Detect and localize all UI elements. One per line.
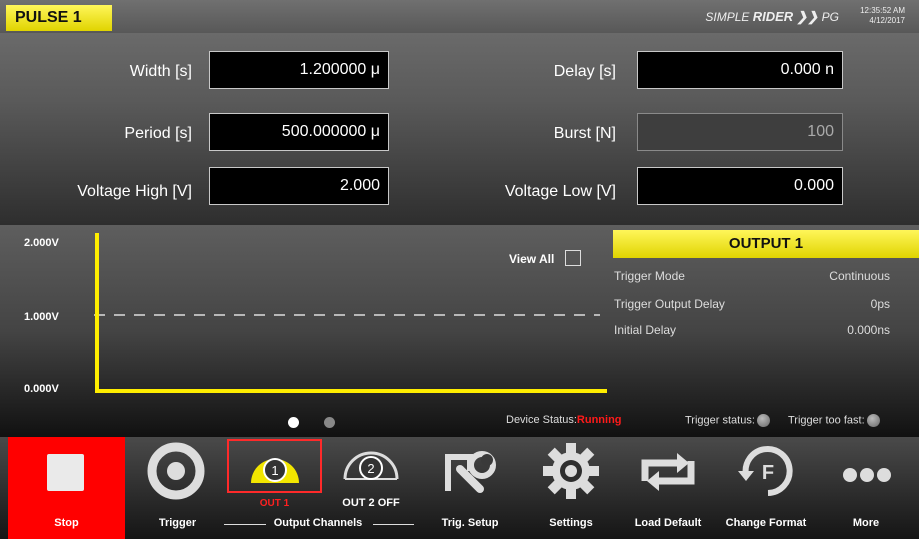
- title-bar: PULSE 1 SIMPLE RIDER ❯❯ PG 12:35:52 AM 4…: [0, 0, 919, 33]
- page-title[interactable]: PULSE 1: [6, 5, 112, 31]
- burst-field: 100: [637, 113, 843, 151]
- svg-text:F: F: [762, 462, 774, 484]
- gear-icon: [543, 443, 599, 499]
- brand-suffix: PG: [821, 10, 839, 24]
- output-row-label: Trigger Output Delay: [614, 297, 725, 311]
- trigger-too-fast: Trigger too fast:: [788, 414, 880, 427]
- trigger-icon: [147, 442, 205, 500]
- clock-date: 4/12/2017: [869, 16, 905, 25]
- output-row-label: Trigger Mode: [614, 269, 685, 283]
- output-row-value: 0.000ns: [847, 323, 890, 337]
- period-label: Period [s]: [124, 125, 192, 142]
- device-status-value: Running: [576, 414, 622, 426]
- output-panel-title: OUTPUT 1: [613, 230, 919, 258]
- delay-label: Delay [s]: [553, 63, 616, 80]
- device-status-label: Device Status:: [506, 414, 577, 426]
- voltage-high-label: Voltage High [V]: [77, 183, 192, 200]
- stop-button[interactable]: Stop: [8, 437, 125, 539]
- trig-setup-button[interactable]: Trig. Setup: [422, 437, 518, 539]
- width-field[interactable]: 1.200000 μ: [209, 51, 389, 89]
- voltage-low-label: Voltage Low [V]: [504, 183, 616, 200]
- parameter-panel: Width [s] 1.200000 μ Delay [s] 0.000 n P…: [0, 33, 919, 225]
- burst-label: Burst [N]: [553, 125, 616, 142]
- view-all-label: View All: [509, 252, 555, 266]
- output-row: Trigger Output Delay 0ps: [614, 297, 890, 311]
- stop-label: Stop: [54, 517, 79, 529]
- output-channels-label: Output Channels: [273, 517, 363, 529]
- width-label: Width [s]: [129, 63, 192, 80]
- trigger-label: Trigger: [158, 517, 197, 529]
- trigger-too-fast-label: Trigger too fast:: [788, 414, 865, 427]
- settings-button[interactable]: Settings: [523, 437, 619, 539]
- more-icon: [843, 468, 891, 482]
- brand-rider: RIDER: [752, 9, 794, 24]
- stop-icon: [47, 454, 84, 491]
- trigger-too-fast-led-icon: [866, 414, 880, 427]
- output-row: Trigger Mode Continuous: [614, 269, 890, 283]
- format-icon: F: [738, 446, 793, 496]
- brand-chevrons-icon: ❯❯: [796, 9, 819, 24]
- more-label: More: [852, 517, 880, 529]
- output-2-knob-icon: 2: [343, 451, 399, 480]
- change-format-button[interactable]: F Change Format: [716, 437, 816, 539]
- load-default-button[interactable]: Load Default: [623, 437, 713, 539]
- view-all-checkbox[interactable]: [565, 250, 581, 266]
- refresh-icon: [641, 453, 695, 491]
- brand-logo: SIMPLE RIDER ❯❯ PG: [705, 9, 839, 25]
- output-1-label: OUT 1: [259, 498, 290, 509]
- change-format-label: Change Format: [725, 517, 807, 529]
- clock: 12:35:52 AM 4/12/2017: [860, 6, 905, 26]
- svg-text:1: 1: [271, 463, 278, 478]
- voltage-high-field[interactable]: 2.000: [209, 167, 389, 205]
- output-row-label: Initial Delay: [614, 323, 677, 337]
- trig-setup-label: Trig. Setup: [441, 517, 499, 529]
- output-2-label: OUT 2 OFF: [342, 497, 400, 509]
- trigger-status-led-icon: [756, 414, 770, 427]
- clock-time: 12:35:52 AM: [860, 6, 905, 15]
- output-1-knob-icon: 1: [251, 458, 299, 483]
- output-channels-caption: Output Channels: [222, 517, 414, 529]
- output-row-value: Continuous: [829, 269, 890, 283]
- output-row: Initial Delay 0.000ns: [614, 323, 890, 337]
- trigger-status: Trigger status:: [685, 414, 770, 427]
- page-indicator-active[interactable]: [288, 417, 299, 428]
- delay-field[interactable]: 0.000 n: [637, 51, 843, 89]
- brand-simple: SIMPLE: [705, 10, 750, 24]
- more-button[interactable]: More: [820, 437, 912, 539]
- waveform-display: 2.000V 1.000V 0.000V View All OUTPUT 1 T…: [0, 225, 919, 437]
- bottom-toolbar: Stop Trigger 1 OUT 1 2 OUT 2 OFF Output …: [0, 437, 919, 539]
- trigger-status-label: Trigger status:: [685, 414, 755, 427]
- period-field[interactable]: 500.000000 μ: [209, 113, 389, 151]
- output-row-value: 0ps: [870, 297, 890, 311]
- device-status: Device Status:Running: [506, 414, 622, 426]
- page-indicator[interactable]: [324, 417, 335, 428]
- settings-label: Settings: [549, 517, 593, 529]
- voltage-low-field[interactable]: 0.000: [637, 167, 843, 205]
- load-default-label: Load Default: [634, 517, 702, 529]
- trigger-button[interactable]: Trigger: [130, 437, 225, 539]
- trig-setup-icon: [445, 451, 496, 493]
- svg-text:2: 2: [367, 461, 374, 476]
